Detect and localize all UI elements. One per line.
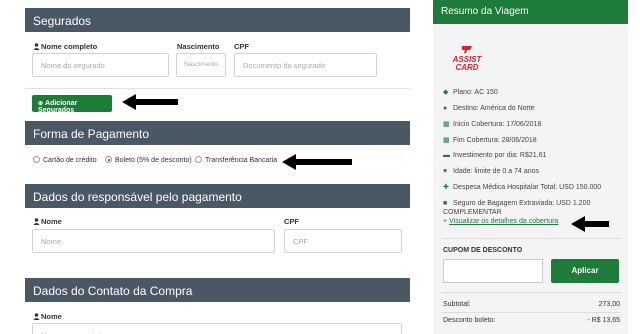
resumo-detail-item: ■ Seguro de Bagagem Extraviada: USD 1.200… [443,199,621,217]
add-segurados-label: Adicionar Segurados [38,100,78,114]
subtotal-value: 273,00 [598,301,620,308]
person-icon [33,43,40,50]
nome-segurado-input[interactable]: Nome do segurado [32,53,169,77]
radio-cartao[interactable]: Cartão de crédito [33,156,97,164]
map-marker-icon: ● [443,105,448,112]
add-segurados-button[interactable]: ⊕ Adicionar Segurados [32,95,112,114]
responsavel-nome-input[interactable]: Nome [32,229,275,253]
radio-boleto[interactable]: Boleto (5% de desconto) [105,156,192,164]
desconto-label: Desconto boleto: [443,317,496,324]
apply-coupon-button[interactable]: Aplicar [551,259,619,283]
calendar-icon: ▦ [443,121,450,128]
coverage-details-link[interactable]: + Visualizar os detalhes da cobertura [443,218,558,225]
heart-icon: ♥ [443,168,448,175]
nascimento-label: Nascimento [177,42,220,51]
divider [441,312,621,313]
divider [25,88,410,89]
person-icon [33,313,40,320]
divider [441,238,621,239]
nome-completo-label-text: Nome completo [41,42,98,51]
contato-header: Dados do Contato da Compra [25,278,410,302]
radio-transferencia-label: Transferência Bancaria [205,157,278,164]
tag-icon: ◆ [443,89,449,96]
resumo-detail-text: Inicio Cobertura: 17/06/2018 [453,121,542,128]
resumo-detail-text: Plano: AC 150 [453,89,498,96]
nascimento-input[interactable]: Nascimento [176,53,226,77]
radio-icon [195,156,202,163]
responsavel-nome-label-text: Nome [41,217,62,226]
responsavel-nome-label: Nome [33,217,62,226]
resumo-detail-item: ▦ Inicio Cobertura: 17/06/2018 [443,120,621,129]
arrow-annotation-icon [571,216,609,232]
responsavel-header: Dados do responsável pelo pagamento [25,184,410,208]
arrow-annotation-icon [122,94,178,110]
plus-icon: + [443,218,448,225]
cpf-segurado-input[interactable]: Documento do segurado [234,53,377,77]
arrow-annotation-icon [282,154,352,170]
resumo-detail-text: Destino: América do Norte [453,105,535,112]
luggage-icon: ■ [443,200,448,207]
coupon-label: CUPOM DE DESCONTO [443,247,523,254]
responsavel-cpf-input[interactable]: CPF [284,229,402,253]
resumo-detail-item: ♥ Idade: limite de 0 a 74 anos [443,167,621,176]
coverage-details-link-text: Visualizar os detalhes da cobertura [449,218,559,225]
segurados-header: Segurados [25,8,410,32]
resumo-detail-text: Idade: limite de 0 a 74 anos [453,168,540,175]
money-icon: ▬ [443,152,450,159]
radio-icon [33,156,40,163]
resumo-detail-text: Fim Cobertura: 28/06/2018 [453,137,537,144]
desconto-value: - R$ 13,65 [587,317,620,324]
resumo-detail-text: Despesa Médica Hospitalar Total: USD 150… [453,184,602,191]
subtotal-label: Subtotal: [443,301,471,308]
nome-completo-label: Nome completo [33,42,97,51]
resumo-detail-item: ▬ Investimento por dia: R$21,61 [443,151,621,160]
assist-card-logo: ASSIST CARD [452,46,483,72]
coupon-input[interactable] [443,259,543,283]
resumo-detail-text: Investimento por dia: R$21,61 [453,152,547,159]
contato-nome-input[interactable]: Nome para contato [32,323,402,334]
resumo-detail-item: ✚ Despesa Médica Hospitalar Total: USD 15… [443,183,621,192]
divider [441,292,621,293]
resumo-detail-item: ◆ Plano: AC 150 [443,88,621,97]
contato-nome-label: Nome [33,312,62,321]
radio-cartao-label: Cartão de crédito [43,157,97,164]
contato-nome-label-text: Nome [41,312,62,321]
logo-text-line2: CARD [455,63,478,72]
medical-icon: ✚ [443,184,449,191]
calendar-icon: ▦ [443,137,450,144]
cpf-label: CPF [234,42,249,51]
radio-selected-icon [105,156,112,163]
pagamento-header: Forma de Pagamento [25,121,410,145]
checkout-form: Segurados Nome completo Nascimento CPF N… [0,0,425,334]
resumo-detail-item: ▦ Fim Cobertura: 28/06/2018 [443,136,621,145]
radio-boleto-label: Boleto (5% de desconto) [115,157,192,164]
person-icon [33,218,40,225]
resumo-detail-item: ● Destino: América do Norte [443,104,621,113]
radio-transferencia[interactable]: Transferência Bancaria [195,156,277,164]
resumo-sidebar: Resumo da Viagem ASSIST CARD ◆ Plano: AC … [433,0,628,334]
resumo-header: Resumo da Viagem [433,0,628,24]
responsavel-cpf-label: CPF [284,217,299,226]
resumo-detail-text: Seguro de Bagagem Extraviada: USD 1.200 … [443,200,591,216]
